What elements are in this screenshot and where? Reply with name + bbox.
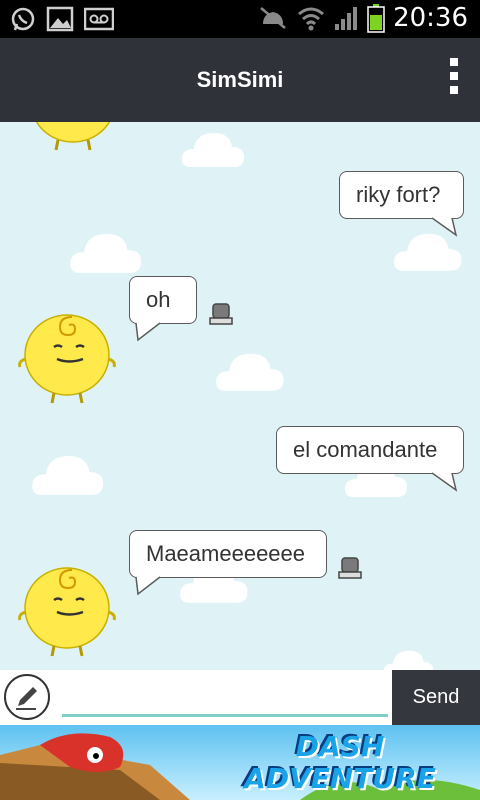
simsimi-avatar (18, 567, 116, 657)
message-text: riky fort? (356, 182, 441, 207)
status-bar: 20:36 (0, 0, 480, 38)
cloud-decoration (70, 234, 142, 273)
bubble-tail (135, 576, 161, 596)
whatsapp-icon (11, 7, 35, 31)
mute-icon (260, 7, 286, 29)
send-button[interactable]: Send (392, 670, 480, 725)
wifi-icon (298, 7, 325, 31)
simsimi-message-bubble: Maeameeeeeee (129, 530, 327, 578)
cloud-decoration (32, 456, 104, 495)
message-text: oh (146, 287, 171, 312)
gallery-icon (46, 6, 74, 32)
clock: 20:36 (393, 3, 468, 33)
simsimi-message-bubble: oh (129, 276, 197, 324)
user-message-bubble: riky fort? (339, 171, 464, 219)
battery-icon (367, 4, 385, 33)
pencil-icon[interactable] (4, 674, 50, 720)
report-stamp-icon[interactable] (337, 556, 363, 580)
simsimi-avatar (18, 314, 116, 404)
signal-icon (335, 7, 358, 30)
simsimi-avatar (35, 122, 111, 151)
app-title: SimSimi (196, 67, 284, 92)
message-text: el comandante (293, 437, 438, 462)
message-input[interactable] (62, 678, 388, 717)
ad-title: DASH ADVENTURE (244, 730, 436, 795)
bubble-tail (432, 217, 458, 237)
chat-area[interactable]: riky fort? oh el comandante Maeameeeeeee (0, 122, 480, 670)
report-stamp-icon[interactable] (208, 302, 234, 326)
cloud-decoration (216, 353, 284, 391)
app-bar: SimSimi (0, 38, 480, 122)
user-message-bubble: el comandante (276, 426, 464, 474)
notification-icons (10, 6, 114, 32)
cloud-decoration (182, 133, 244, 167)
system-icons: 20:36 (257, 3, 468, 33)
ad-banner[interactable]: DASH ADVENTURE (0, 725, 480, 800)
bubble-tail (135, 322, 161, 342)
message-composer: Send (0, 670, 480, 725)
voicemail-icon (84, 7, 114, 31)
bubble-tail (432, 472, 458, 492)
cloud-decoration (383, 650, 434, 670)
overflow-menu-icon[interactable] (448, 58, 460, 102)
message-text: Maeameeeeeee (146, 541, 306, 566)
